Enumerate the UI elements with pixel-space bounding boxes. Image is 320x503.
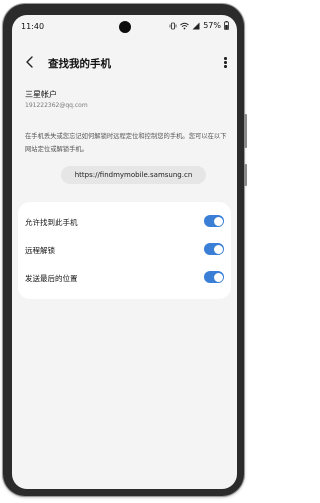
toggle-knob xyxy=(213,244,223,254)
remote-unlock-toggle[interactable] xyxy=(204,243,224,255)
battery-percent: 57% xyxy=(203,21,221,30)
battery-icon xyxy=(224,21,229,30)
app-bar: 查找我的手机 xyxy=(12,47,237,77)
setting-label: 允许找到此手机 xyxy=(25,218,78,227)
chevron-left-icon xyxy=(26,56,33,68)
vibrate-icon xyxy=(169,22,177,30)
account-email: 191222362@qq.com xyxy=(25,102,88,109)
setting-label: 远程解锁 xyxy=(25,246,55,255)
screen: 11:40 57% 查找我的手机 三星帐户 191222362@qq.com 在… xyxy=(12,15,237,489)
front-camera xyxy=(119,21,131,33)
status-bar: 11:40 57% xyxy=(12,15,237,37)
account-name: 三星帐户 xyxy=(25,90,57,99)
settings-card: 允许找到此手机 远程解锁 发送最后的位置 xyxy=(18,202,231,299)
back-button[interactable] xyxy=(22,53,38,71)
status-time: 11:40 xyxy=(21,22,45,31)
more-vert-icon xyxy=(224,57,227,60)
website-url: https://findmymobile.samsung.cn xyxy=(74,171,193,179)
toggle-knob xyxy=(213,272,223,282)
toggle-knob xyxy=(213,216,223,226)
status-icons: 57% xyxy=(169,21,229,30)
wifi-icon xyxy=(180,22,190,30)
setting-row-allow-find[interactable]: 允许找到此手机 xyxy=(18,208,231,236)
setting-row-send-last-location[interactable]: 发送最后的位置 xyxy=(18,264,231,292)
setting-row-remote-unlock[interactable]: 远程解锁 xyxy=(18,236,231,264)
description-text: 在手机丢失或您忘记如何解锁时远程定位和控制您的手机。您可以在以下网站定位或解锁手… xyxy=(25,133,227,153)
website-link[interactable]: https://findmymobile.samsung.cn xyxy=(61,166,206,184)
phone-frame: 11:40 57% 查找我的手机 三星帐户 191222362@qq.com 在… xyxy=(3,4,247,496)
power-button xyxy=(244,164,247,186)
volume-button xyxy=(244,114,247,148)
signal-icon xyxy=(192,22,200,30)
setting-label: 发送最后的位置 xyxy=(25,274,78,283)
send-last-location-toggle[interactable] xyxy=(204,271,224,283)
allow-find-toggle[interactable] xyxy=(204,215,224,227)
page-title: 查找我的手机 xyxy=(48,58,111,70)
more-options-button[interactable] xyxy=(219,53,231,71)
